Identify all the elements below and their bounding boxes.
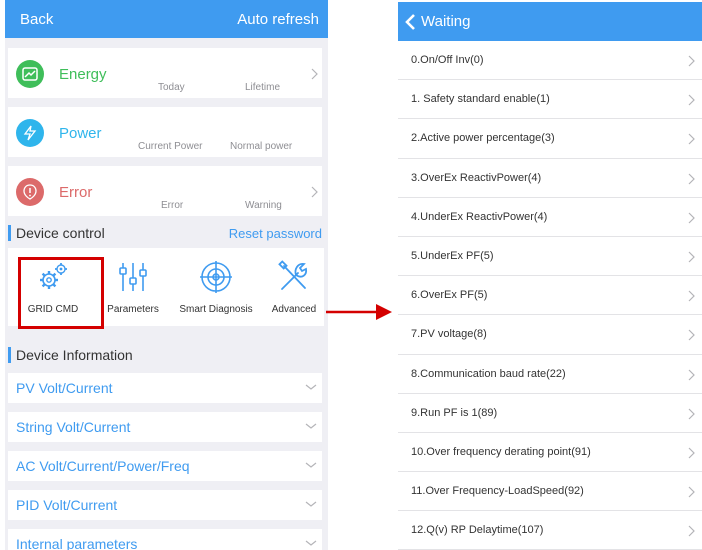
accordion-internal-parameters[interactable]: Internal parameters [8, 529, 322, 550]
accordion-label: String Volt/Current [16, 419, 131, 435]
chevron-right-icon [311, 186, 318, 198]
list-item[interactable]: 6.OverEx PF(5) [398, 276, 702, 316]
lightning-icon [16, 119, 44, 147]
list-item-label: 5.UnderEx PF(5) [411, 250, 494, 263]
advanced-label: Advanced [271, 304, 317, 315]
tools-icon [278, 260, 308, 290]
current-power-label: Current Power [138, 141, 203, 152]
list-item[interactable]: 1. Safety standard enable(1) [398, 80, 702, 120]
parameters-label: Parameters [107, 304, 159, 315]
accordion-label: PV Volt/Current [16, 380, 113, 396]
chevron-right-icon [688, 329, 695, 341]
left-header: Back Auto refresh [5, 0, 328, 38]
list-item-label: 10.Over frequency derating point(91) [411, 445, 591, 458]
warning-count-label: Warning [245, 200, 282, 211]
list-item-label: 9.Run PF is 1(89) [411, 406, 498, 419]
chevron-right-icon [688, 408, 695, 420]
list-item-label: 8.Communication baud rate(22) [411, 367, 566, 380]
right-screen: Waiting 0.On/Off Inv(0) 1. Safety standar… [398, 2, 702, 550]
energy-chart-icon [16, 60, 44, 88]
chevron-down-icon [305, 462, 317, 468]
list-item[interactable]: 10.Over frequency derating point(91) [398, 433, 702, 473]
device-information-title: Device Information [16, 347, 133, 363]
accordion-pv-volt-current[interactable]: PV Volt/Current [8, 373, 322, 403]
list-item[interactable]: 2.Active power percentage(3) [398, 119, 702, 159]
left-screen: Back Auto refresh Energy Today Lifetime … [5, 0, 328, 550]
error-title: Error [59, 184, 93, 201]
chevron-right-icon [688, 94, 695, 106]
chevron-right-icon [688, 486, 695, 498]
accordion-label: PID Volt/Current [16, 497, 118, 513]
right-header: Waiting [398, 2, 702, 41]
chevron-right-icon [311, 68, 318, 80]
list-item-label: 6.OverEx PF(5) [411, 289, 488, 302]
chevron-down-icon [305, 501, 317, 507]
accordion-label: AC Volt/Current/Power/Freq [16, 458, 190, 474]
chevron-right-icon [688, 55, 695, 67]
energy-title: Energy [59, 66, 107, 83]
chevron-right-icon [688, 447, 695, 459]
target-icon [200, 261, 232, 293]
list-item[interactable]: 11.Over Frequency-LoadSpeed(92) [398, 472, 702, 512]
chevron-right-icon [688, 369, 695, 380]
right-title: Waiting [421, 13, 471, 30]
back-button[interactable]: Back [20, 11, 53, 28]
energy-card[interactable]: Energy Today Lifetime [8, 48, 322, 98]
chevron-right-icon [688, 251, 695, 263]
list-item[interactable]: 9.Run PF is 1(89) [398, 394, 702, 433]
energy-lifetime-label: Lifetime [245, 82, 281, 93]
device-control-header: Device control Reset password [8, 222, 322, 244]
advanced-button[interactable]: Advanced [264, 248, 324, 326]
accordion-pid-volt-current[interactable]: PID Volt/Current [8, 490, 322, 520]
red-arrow-icon [326, 304, 392, 320]
auto-refresh-button[interactable]: Auto refresh [237, 11, 319, 28]
accordion-label: Internal parameters [16, 536, 138, 550]
list-item-label: 0.On/Off Inv(0) [411, 54, 484, 67]
normal-power-label: Normal power [230, 141, 293, 152]
chevron-right-icon [688, 290, 695, 302]
smart-diagnosis-button[interactable]: Smart Diagnosis [173, 248, 259, 326]
list-item-label: 4.UnderEx ReactivPower(4) [411, 210, 548, 223]
chevron-right-icon [688, 173, 695, 184]
chevron-right-icon [688, 133, 695, 145]
list-item-label: 12.Q(v) RP Delaytime(107) [411, 524, 544, 537]
parameters-button[interactable]: Parameters [102, 248, 164, 326]
power-card[interactable]: Power Current Power Normal power [8, 107, 322, 157]
list-item-label: 1. Safety standard enable(1) [411, 93, 550, 106]
error-card[interactable]: Error Error Warning [8, 166, 322, 216]
list-item[interactable]: 7.PV voltage(8) [398, 315, 702, 355]
list-item[interactable]: 4.UnderEx ReactivPower(4) [398, 198, 702, 237]
smart-diagnosis-label: Smart Diagnosis [179, 304, 253, 315]
chevron-down-icon [305, 540, 317, 546]
power-title: Power [59, 125, 102, 142]
reset-password-link[interactable]: Reset password [229, 226, 322, 241]
chevron-left-icon[interactable] [404, 13, 418, 31]
list-item-label: 2.Active power percentage(3) [411, 132, 555, 145]
chevron-right-icon [688, 525, 695, 537]
section-marker [8, 225, 11, 241]
chevron-down-icon [305, 423, 317, 429]
list-item[interactable]: 5.UnderEx PF(5) [398, 237, 702, 277]
list-item-label: 3.OverEx ReactivPower(4) [411, 171, 542, 184]
list-item[interactable]: 3.OverEx ReactivPower(4) [398, 159, 702, 198]
chevron-down-icon [305, 384, 317, 390]
command-list: 0.On/Off Inv(0) 1. Safety standard enable… [398, 41, 702, 550]
list-item[interactable]: 12.Q(v) RP Delaytime(107) [398, 511, 702, 550]
list-item-label: 11.Over Frequency-LoadSpeed(92) [411, 485, 584, 498]
chevron-right-icon [688, 212, 695, 224]
highlight-box [18, 257, 104, 329]
accordion-ac-volt-current-power-freq[interactable]: AC Volt/Current/Power/Freq [8, 451, 322, 481]
error-shield-icon [16, 178, 44, 206]
device-information-header: Device Information [8, 344, 322, 366]
list-item[interactable]: 8.Communication baud rate(22) [398, 355, 702, 394]
error-count-label: Error [161, 200, 184, 211]
accordion-string-volt-current[interactable]: String Volt/Current [8, 412, 322, 442]
energy-today-label: Today [158, 82, 185, 93]
sliders-icon [119, 263, 147, 291]
device-control-title: Device control [16, 225, 105, 241]
section-marker [8, 347, 11, 363]
list-item-label: 7.PV voltage(8) [411, 328, 487, 341]
list-item[interactable]: 0.On/Off Inv(0) [398, 41, 702, 81]
